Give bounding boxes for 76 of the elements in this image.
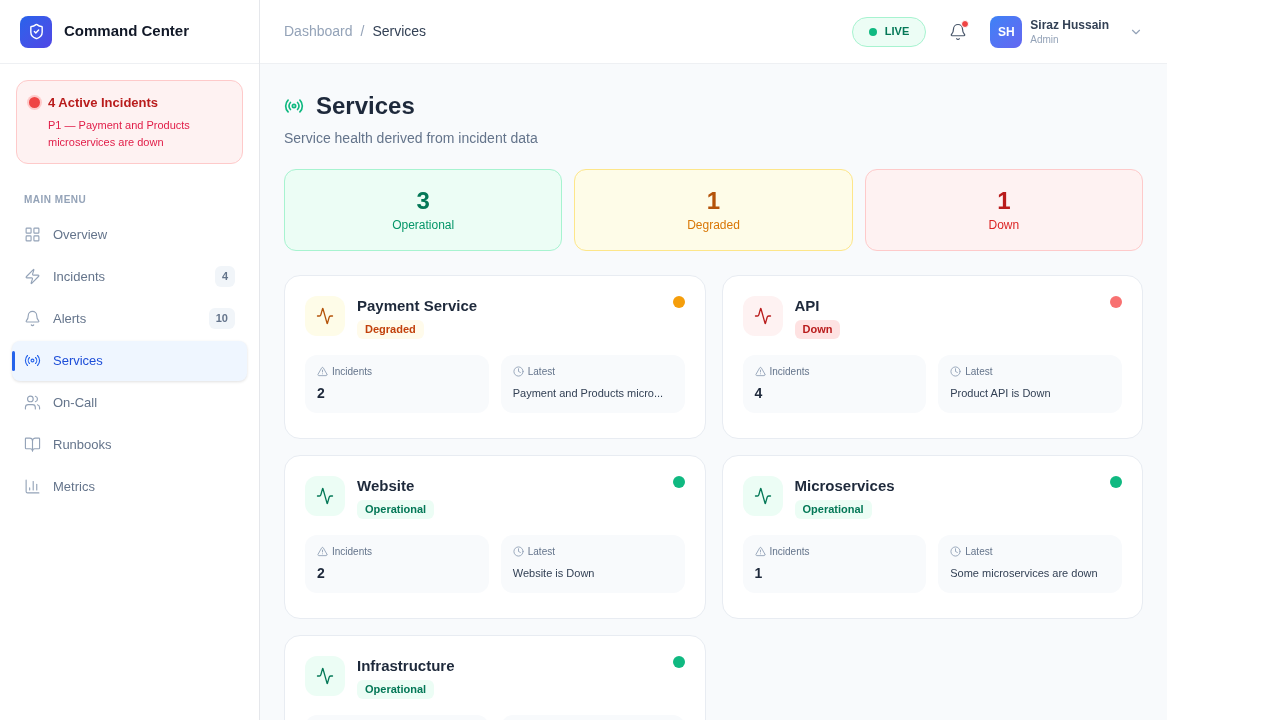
book-icon	[24, 436, 41, 453]
breadcrumb-item: Services	[372, 22, 427, 41]
nav-item[interactable]: Incidents 4	[12, 256, 247, 297]
user-role: Admin	[1030, 32, 1060, 47]
status-badge: Degraded	[357, 320, 424, 339]
section-label: MAIN MENU	[23, 192, 88, 207]
breadcrumb-separator: /	[360, 22, 365, 41]
latest-incident: Some microservices are down	[950, 565, 1099, 581]
activity-icon	[305, 476, 345, 516]
stat-label: Incidents	[769, 544, 810, 559]
warning-icon	[754, 365, 766, 377]
people-icon	[24, 394, 41, 411]
service-name: Infrastructure	[357, 656, 455, 676]
nav-item[interactable]: Runbooks	[12, 424, 247, 465]
stat-label: Incidents	[769, 364, 810, 379]
incident-count: 2	[317, 383, 326, 403]
page-title: Services	[316, 91, 415, 121]
summary-count: 1	[997, 186, 1011, 216]
count-badge: 10	[208, 308, 235, 329]
activity-icon	[305, 656, 345, 696]
banner-message: P1 — Payment and Products microservices are down	[48, 117, 191, 150]
bell-icon	[24, 310, 41, 327]
stat-label: Latest	[527, 544, 555, 559]
stat-label: Latest	[965, 544, 993, 559]
status-badge: Down	[794, 320, 841, 339]
warning-icon	[317, 365, 328, 377]
summary-label: Down	[988, 217, 1020, 234]
incident-count: 1	[754, 563, 764, 583]
nav-item[interactable]: On-Call	[12, 382, 247, 423]
warning-icon	[754, 545, 766, 557]
service-name: Payment Service	[357, 296, 478, 316]
latest-incident: Product API is Down	[950, 385, 1052, 401]
live-indicator: LIVE	[851, 16, 927, 47]
service-name: Website	[357, 476, 415, 496]
stat-label: Latest	[527, 364, 555, 379]
stat-label: Incidents	[332, 364, 373, 379]
warning-icon	[317, 545, 328, 557]
bar-chart-icon	[24, 478, 41, 495]
status-badge: Operational	[357, 680, 435, 699]
status-badge: Operational	[794, 500, 872, 519]
lightning-icon	[24, 268, 41, 285]
nav-item[interactable]: Overview	[12, 214, 247, 255]
signal-icon	[284, 96, 304, 116]
service-name: API	[794, 296, 820, 316]
nav-item[interactable]: Alerts 10	[12, 298, 247, 339]
nav-item[interactable]: Metrics	[12, 466, 247, 507]
grid-icon	[24, 226, 41, 243]
stat-label: Incidents	[332, 544, 373, 559]
activity-icon	[742, 476, 783, 516]
banner-title: 4 Active Incidents	[48, 94, 159, 112]
activity-icon	[742, 296, 783, 336]
summary-count: 3	[416, 186, 430, 216]
user-avatar: SH	[990, 15, 1023, 48]
breadcrumb-item[interactable]: Dashboard	[284, 21, 353, 42]
incident-count: 2	[317, 563, 326, 583]
count-badge: 4	[214, 266, 235, 287]
service-name: Microservices	[794, 476, 895, 496]
status-badge: Operational	[357, 500, 435, 519]
clock-icon	[512, 365, 524, 377]
summary-count: 1	[706, 186, 721, 216]
stat-label: Latest	[965, 364, 993, 379]
incident-count: 4	[754, 383, 764, 403]
latest-incident: Website is Down	[512, 565, 596, 581]
page-subtitle: Service health derived from incident data	[284, 129, 539, 148]
summary-label: Degraded	[687, 217, 740, 234]
activity-icon	[305, 296, 345, 336]
user-name: Siraz Hussain	[1030, 16, 1109, 33]
brand-name: Command Center	[64, 21, 190, 42]
clock-icon	[950, 365, 962, 377]
shield-logo	[20, 15, 52, 48]
latest-incident: Payment and Products micro...	[512, 385, 665, 401]
nav-item[interactable]: Services	[12, 340, 247, 381]
signal-icon	[24, 352, 41, 369]
clock-icon	[950, 545, 962, 557]
clock-icon	[512, 545, 524, 557]
summary-label: Operational	[392, 217, 455, 234]
